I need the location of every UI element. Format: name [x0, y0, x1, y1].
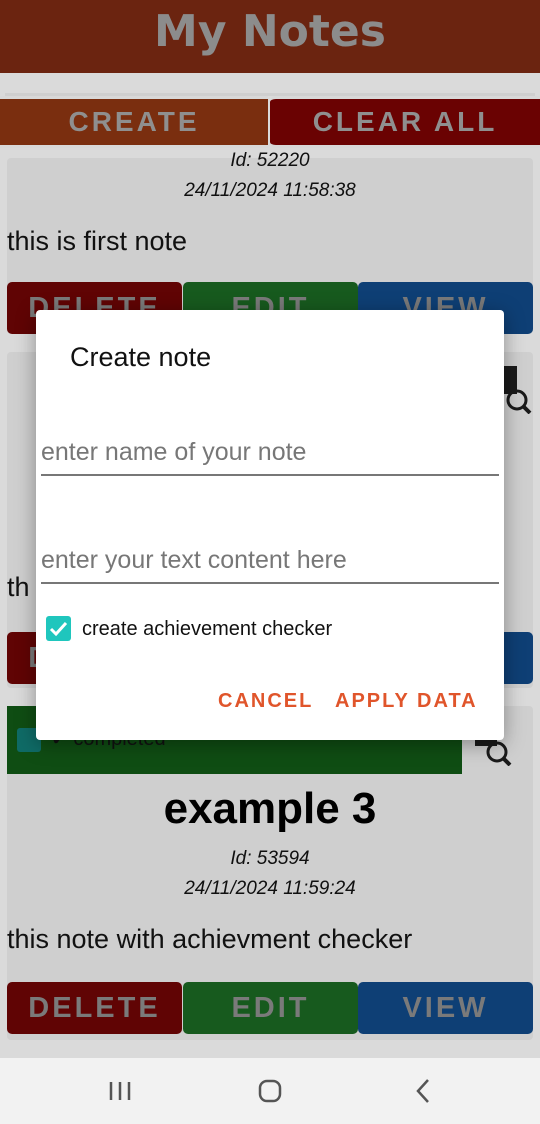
- note-name-input[interactable]: [41, 430, 499, 476]
- back-icon[interactable]: [412, 1078, 434, 1104]
- recent-apps-icon[interactable]: [108, 1080, 132, 1102]
- cancel-button[interactable]: CANCEL: [218, 690, 313, 713]
- dialog-title: Create note: [70, 342, 212, 372]
- home-icon[interactable]: [258, 1079, 282, 1103]
- achievement-checkbox[interactable]: [46, 616, 71, 641]
- apply-data-button[interactable]: APPLY DATA: [335, 690, 478, 713]
- note-content-input[interactable]: [41, 538, 499, 584]
- checkmark-icon: [49, 621, 68, 637]
- checkbox-label: create achievement checker: [82, 618, 333, 640]
- system-nav-bar: [0, 1058, 540, 1124]
- create-note-dialog: Create note create achievement checker C…: [36, 310, 504, 740]
